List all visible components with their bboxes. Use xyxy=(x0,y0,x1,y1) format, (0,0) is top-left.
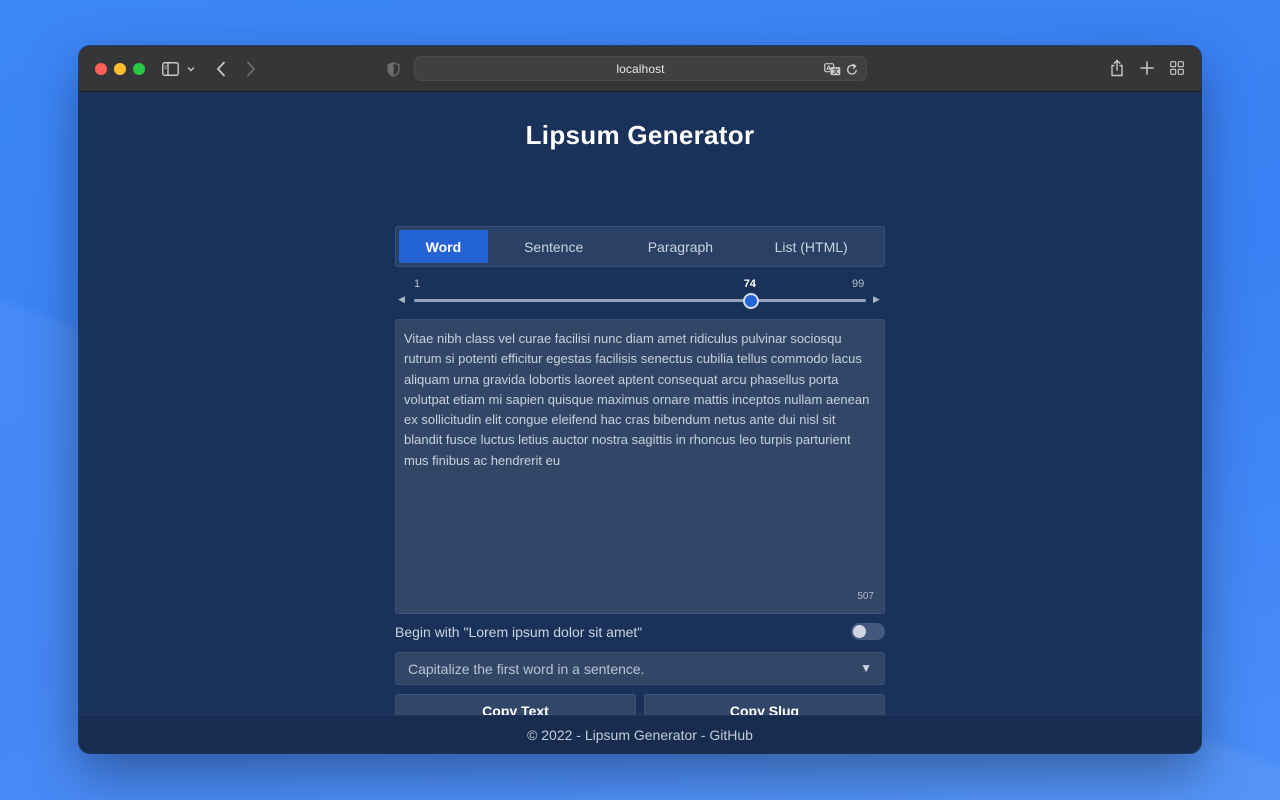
slider-decrement-icon[interactable]: ◀ xyxy=(398,294,405,305)
privacy-shield-icon[interactable] xyxy=(384,59,402,79)
tab-sentence[interactable]: Sentence xyxy=(488,230,620,263)
output-text: Vitae nibh class vel curae facilisi nunc… xyxy=(404,331,870,468)
minimize-window-button[interactable] xyxy=(114,63,126,75)
page-content: Lipsum Generator Word Sentence Paragraph… xyxy=(79,92,1201,728)
close-window-button[interactable] xyxy=(95,63,107,75)
browser-window: localhost 文A Lipsum Generator Word Sente… xyxy=(79,46,1201,753)
slider-max-label: 99 xyxy=(852,278,865,290)
toggle-knob xyxy=(853,625,866,638)
char-count: 507 xyxy=(857,590,874,602)
caret-down-icon: ▼ xyxy=(860,661,872,675)
svg-text:A: A xyxy=(826,65,831,72)
back-icon[interactable] xyxy=(212,59,230,79)
lorem-toggle-label: Begin with "Lorem ipsum dolor sit amet" xyxy=(395,624,643,640)
address-bar[interactable]: localhost 文A xyxy=(414,56,867,81)
url-text: localhost xyxy=(616,62,665,76)
translate-icon[interactable]: 文A xyxy=(823,61,841,77)
share-icon[interactable] xyxy=(1109,58,1125,78)
reload-icon[interactable] xyxy=(845,61,859,77)
count-slider: 1 74 99 ◀ ▶ xyxy=(395,278,885,318)
output-textarea[interactable]: Vitae nibh class vel curae facilisi nunc… xyxy=(395,319,885,614)
tab-word[interactable]: Word xyxy=(399,230,488,263)
browser-toolbar: localhost 文A xyxy=(79,46,1201,92)
sidebar-icon[interactable] xyxy=(161,61,179,76)
forward-icon[interactable] xyxy=(242,59,260,79)
generator-tabs: Word Sentence Paragraph List (HTML) xyxy=(395,226,885,267)
svg-text:文: 文 xyxy=(831,67,839,75)
new-tab-icon[interactable] xyxy=(1139,59,1155,77)
page-title: Lipsum Generator xyxy=(525,120,755,150)
slider-thumb[interactable] xyxy=(742,293,759,309)
tab-paragraph[interactable]: Paragraph xyxy=(620,230,742,263)
tab-list-html[interactable]: List (HTML) xyxy=(741,230,881,263)
slider-track[interactable] xyxy=(414,299,866,302)
slider-increment-icon[interactable]: ▶ xyxy=(873,294,880,305)
slider-min-label: 1 xyxy=(414,278,421,290)
lorem-toggle-switch[interactable] xyxy=(851,623,885,640)
zoom-window-button[interactable] xyxy=(133,63,145,75)
tab-overview-icon[interactable] xyxy=(1169,60,1185,76)
page-footer[interactable]: © 2022 - Lipsum Generator - GitHub xyxy=(79,715,1201,753)
capitalize-select[interactable]: Capitalize the first word in a sentence.… xyxy=(395,652,885,685)
lorem-start-option: Begin with "Lorem ipsum dolor sit amet" xyxy=(395,622,885,642)
slider-value-label: 74 xyxy=(743,278,756,290)
capitalize-select-value: Capitalize the first word in a sentence. xyxy=(408,661,645,677)
chevron-down-icon[interactable] xyxy=(186,61,196,76)
